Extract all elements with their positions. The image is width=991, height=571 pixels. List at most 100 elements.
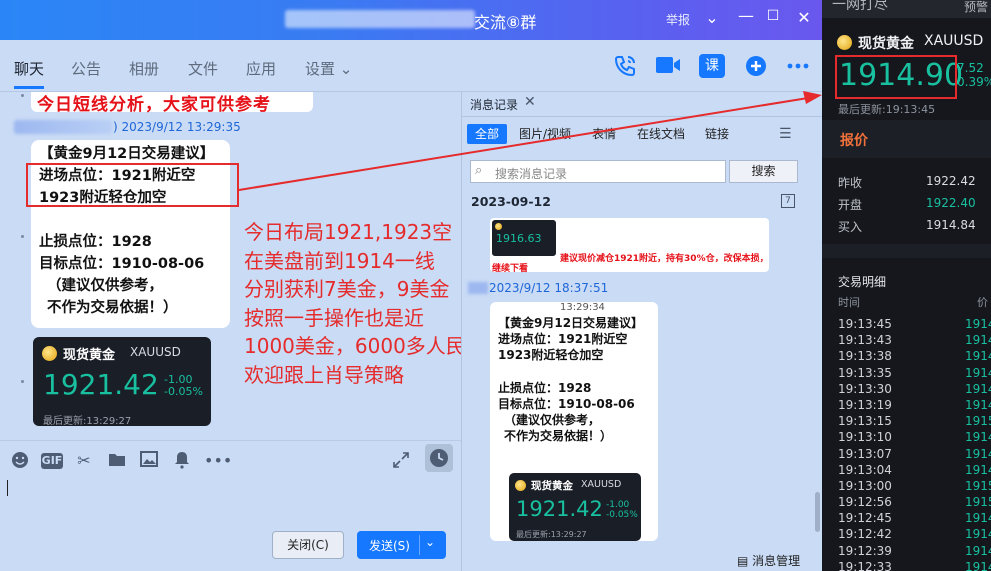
- filter-emoji[interactable]: 表情: [592, 124, 616, 144]
- table-row: 19:12:33 1914: [838, 560, 991, 571]
- input-toolbar: GIF ✂ •••: [0, 440, 461, 480]
- annotation-line: 欢迎跟上肖导策略: [244, 362, 404, 387]
- collapse-icon[interactable]: ⌄: [702, 8, 722, 27]
- message-management-button[interactable]: ▤ 消息管理: [737, 552, 800, 569]
- banner-text: 今日短线分析，大家可供参考: [37, 95, 271, 115]
- trade-price: 1914: [965, 317, 991, 331]
- trade-time: 19:13:43: [838, 333, 892, 348]
- plus-circle-icon[interactable]: [743, 54, 769, 78]
- bullet-dot: [21, 94, 24, 97]
- top-menu-item[interactable]: 一网打尽: [832, 0, 888, 14]
- minimize-icon[interactable]: —: [736, 6, 756, 25]
- tab-chat[interactable]: 聊天: [14, 58, 44, 79]
- trade-price: 1914: [965, 365, 991, 380]
- quote-code: XAUUSD: [924, 33, 984, 49]
- annotation-line: 分别获利7美金，9美金: [244, 277, 450, 301]
- bullet-dot: [21, 380, 24, 383]
- expand-icon[interactable]: [391, 451, 411, 471]
- divider: [462, 116, 822, 117]
- close-icon[interactable]: ✕: [524, 94, 536, 110]
- phone-icon[interactable]: [612, 54, 638, 78]
- gold-coin-icon: [837, 35, 852, 50]
- scissors-icon[interactable]: ✂: [74, 451, 94, 471]
- time-header: 时间: [838, 296, 860, 309]
- history-tab[interactable]: 消息记录: [470, 96, 518, 113]
- maximize-icon[interactable]: ☐: [763, 8, 783, 24]
- scrollbar[interactable]: [815, 492, 820, 532]
- send-button[interactable]: 发送(S) ⌄: [357, 531, 446, 559]
- analysis-banner: 今日短线分析，大家可供参考: [31, 92, 313, 115]
- table-row: 19:13:15 1915: [838, 414, 991, 430]
- message-line: 1923附近轻仓加空: [498, 348, 604, 363]
- card-change-pct: -0.05%: [606, 509, 638, 520]
- course-icon[interactable]: 课: [699, 54, 725, 78]
- search-icon: ⌕: [475, 163, 483, 178]
- bullet-dot: [21, 235, 24, 238]
- annotation-line: 1000美金，6000多人民币: [244, 334, 486, 358]
- trade-time: 19:12:56: [838, 495, 892, 510]
- reply-time-tag: 13:29:34: [560, 302, 605, 313]
- stat-value: 1922.40: [926, 196, 976, 210]
- close-icon[interactable]: ✕: [794, 8, 814, 27]
- section-divider: [822, 244, 991, 258]
- tab-apps[interactable]: 应用: [246, 58, 276, 79]
- bell-icon[interactable]: [172, 451, 192, 471]
- filter-links[interactable]: 链接: [705, 124, 729, 144]
- video-icon[interactable]: [655, 54, 681, 78]
- sender-name-blurred: [468, 282, 488, 294]
- folder-icon[interactable]: [107, 451, 127, 471]
- history-clock-icon[interactable]: [425, 444, 453, 472]
- search-placeholder: 搜索消息记录: [495, 167, 568, 181]
- more-icon[interactable]: [785, 54, 811, 78]
- trade-price: 1914: [965, 527, 991, 542]
- mini-card-price: 1916.63: [496, 232, 542, 245]
- quote-updated: 最后更新:19:13:45: [838, 103, 936, 116]
- trade-price: 1914: [965, 559, 991, 571]
- text-cursor[interactable]: [7, 480, 8, 496]
- close-button[interactable]: 关闭(C): [272, 531, 344, 559]
- filter-media[interactable]: 图片/视频: [519, 124, 571, 144]
- gif-icon[interactable]: GIF: [41, 453, 63, 469]
- sender-name-blurred: [14, 120, 112, 134]
- search-button[interactable]: 搜索: [729, 160, 798, 183]
- history-message[interactable]: 1916.63 建议现价减仓1921附近，持有30%仓，改保本损， 继续下看: [490, 218, 769, 274]
- filter-all[interactable]: 全部: [467, 124, 508, 144]
- history-date: 2023-09-12: [471, 194, 551, 209]
- tab-announcement[interactable]: 公告: [71, 58, 101, 79]
- history-search-input[interactable]: ⌕ 搜索消息记录: [470, 160, 726, 183]
- trade-time: 19:13:10: [838, 430, 892, 445]
- trade-time: 19:13:45: [838, 317, 892, 331]
- profit-annotation: 今日布局1921,1923空 在美盘前到1914一线 分别获利7美金，9美金 按…: [244, 218, 486, 389]
- trade-list[interactable]: 19:13:45 1914 19:13:43 1914 19:13:38 1914 1…: [838, 317, 991, 571]
- message-line: 【黄金9月12日交易建议】: [39, 146, 215, 162]
- message-line: [498, 364, 654, 380]
- message-line: （建议仅供参考，: [504, 413, 601, 428]
- tab-quote[interactable]: 报价: [840, 130, 868, 150]
- table-row: 19:13:07 1914: [838, 447, 991, 463]
- image-icon[interactable]: [139, 451, 159, 471]
- calendar-icon[interactable]: 7: [781, 194, 795, 208]
- mini-gold-card: 1916.63: [492, 220, 556, 256]
- more-icon[interactable]: •••: [204, 451, 232, 471]
- trade-price: 1914: [965, 511, 991, 526]
- table-row: 19:13:00 1915: [838, 479, 991, 495]
- gold-quote-card[interactable]: 现货黄金 XAUUSD 1921.42 -1.00 -0.05% 最后更新:13:…: [33, 337, 211, 427]
- filter-icon[interactable]: ☰: [779, 126, 792, 142]
- tab-files[interactable]: 文件: [188, 58, 218, 79]
- quote-title: 现货黄金: [858, 36, 914, 52]
- emoji-icon[interactable]: [10, 451, 30, 471]
- alert-button[interactable]: 预警: [964, 0, 988, 15]
- trade-time: 19:13:19: [838, 397, 892, 412]
- message-line: （建议仅供参考，: [47, 278, 163, 294]
- tab-album[interactable]: 相册: [129, 58, 159, 79]
- stat-label: 开盘: [838, 198, 863, 212]
- stat-value: 1914.84: [926, 218, 976, 232]
- tab-settings[interactable]: 设置 ⌄: [305, 58, 352, 79]
- send-options-icon[interactable]: ⌄: [425, 535, 435, 549]
- filter-docs[interactable]: 在线文档: [637, 124, 685, 144]
- message-line: 【黄金9月12日交易建议】: [498, 316, 644, 330]
- gold-quote-card[interactable]: 现货黄金 XAUUSD 1921.42 -1.00 -0.05% 最后更新:13:…: [509, 473, 641, 541]
- report-button[interactable]: 举报: [666, 11, 690, 28]
- message-line: 止损点位：1928: [39, 234, 152, 250]
- table-row: 19:13:45 1914: [838, 317, 991, 333]
